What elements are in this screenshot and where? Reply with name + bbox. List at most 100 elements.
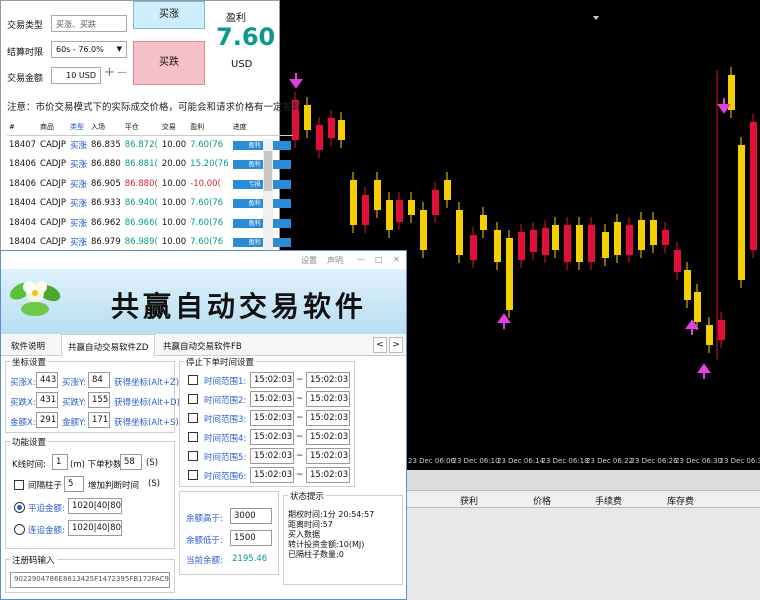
stop-range-checkbox[interactable] bbox=[188, 451, 198, 461]
get-coord-link[interactable]: 获得坐标(Alt+D) bbox=[114, 396, 180, 408]
table-row[interactable]: 18407 CADJP 买涨 86.835 86.872(10.00 7.60(76 盈利 bbox=[7, 135, 293, 155]
stop-range-from[interactable]: 15:02:03 bbox=[250, 410, 294, 426]
get-coord-link[interactable]: 获得坐标(Alt+S) bbox=[114, 416, 179, 428]
candle bbox=[576, 225, 583, 262]
stop-range-to[interactable]: 15:02:03 bbox=[306, 467, 350, 483]
trades-scrollbar[interactable] bbox=[263, 139, 273, 264]
tab-fb[interactable]: 共赢自动交易软件FB bbox=[157, 334, 248, 356]
coord-x-label: 买跌X: bbox=[10, 398, 36, 408]
time-label: 23 Dec 06:10 bbox=[452, 457, 500, 465]
plus-icon[interactable]: + bbox=[104, 65, 115, 80]
candle bbox=[530, 230, 537, 252]
stop-range-from[interactable]: 15:02:03 bbox=[250, 448, 294, 464]
table-row[interactable]: 18404 CADJP 买涨 86.962 86.966(10.00 7.60(76 盈利 bbox=[7, 213, 293, 233]
tab-intro[interactable]: 软件说明 bbox=[5, 334, 51, 356]
stop-range-to[interactable]: 15:02:03 bbox=[306, 372, 350, 388]
close-icon[interactable]: ✕ bbox=[393, 255, 400, 264]
stop-range-to[interactable]: 15:02:03 bbox=[306, 410, 350, 426]
amount-input[interactable]: 10 USD bbox=[51, 67, 101, 84]
dbl-input[interactable]: 1020|40|80 bbox=[68, 520, 122, 536]
statement-menu[interactable]: 声明 bbox=[327, 255, 343, 266]
trades-col[interactable]: 盈利 bbox=[188, 119, 231, 136]
trades-col[interactable]: 类型 bbox=[67, 119, 89, 136]
settle-select[interactable]: 60s - 76.0% ▼ bbox=[51, 41, 127, 58]
maximize-icon[interactable]: □ bbox=[375, 255, 383, 264]
get-coord-link[interactable]: 获得坐标(Alt+Z) bbox=[114, 376, 179, 388]
coord-y-input[interactable]: 155 bbox=[88, 392, 110, 408]
time-label: 23 Dec 06:06 bbox=[408, 457, 456, 465]
candle bbox=[444, 180, 451, 200]
status-group: 状态提示 期权时间:1分 20:54:57 距离时间:57 买入数据 转计投资金额:1… bbox=[283, 490, 403, 585]
terminal-strip bbox=[405, 470, 760, 490]
candle bbox=[662, 230, 669, 245]
stop-time-group: 停止下单时间设置 时间范围1: 15:02:03 ~15:02:03 时间范围2: 15… bbox=[179, 356, 355, 487]
interval-input[interactable]: 5 bbox=[64, 476, 84, 492]
cell-sym: CADJP bbox=[40, 159, 66, 170]
coord-x-input[interactable]: 431 bbox=[36, 392, 58, 408]
stop-range-checkbox[interactable] bbox=[188, 432, 198, 442]
interval-checkbox[interactable] bbox=[14, 480, 24, 490]
tab-prev-button[interactable]: < bbox=[373, 337, 387, 353]
stop-range-to[interactable]: 15:02:03 bbox=[306, 391, 350, 407]
coord-x-input[interactable]: 291 bbox=[36, 412, 58, 428]
stop-range-checkbox[interactable] bbox=[188, 470, 198, 480]
cell-sym: CADJP bbox=[40, 217, 66, 228]
dbl-radio[interactable] bbox=[14, 524, 25, 535]
candle bbox=[694, 292, 701, 322]
time-label: 23 Dec 06:18 bbox=[541, 457, 589, 465]
minimize-icon[interactable]: — bbox=[357, 255, 365, 264]
seconds-input[interactable]: 58 bbox=[120, 454, 142, 470]
time-label: 23 Dec 06:30 bbox=[675, 457, 723, 465]
register-input[interactable]: 9022904786E8613425F1472395FB172FAC94A bbox=[10, 572, 170, 588]
stop-range-to[interactable]: 15:02:03 bbox=[306, 448, 350, 464]
minus-icon[interactable]: — bbox=[117, 67, 127, 78]
trades-col[interactable]: 进度 bbox=[230, 119, 293, 136]
settle-label: 结算时限 bbox=[7, 48, 44, 58]
table-row[interactable]: 18404 CADJP 买涨 86.933 86.940(10.00 7.60(76 盈利 bbox=[7, 194, 293, 214]
trades-col[interactable]: # bbox=[7, 119, 39, 136]
amt-high-input[interactable]: 3000 bbox=[230, 508, 272, 524]
settings-menu[interactable]: 设置 bbox=[301, 255, 317, 266]
stop-range-checkbox[interactable] bbox=[188, 413, 198, 423]
buy-up-button[interactable]: 买涨 bbox=[133, 1, 205, 29]
cell-in: 86.835 bbox=[91, 140, 121, 150]
trades-col[interactable]: 平仓 bbox=[122, 119, 160, 136]
stop-range-from[interactable]: 15:02:03 bbox=[250, 372, 294, 388]
stop-range-from[interactable]: 15:02:03 bbox=[250, 391, 294, 407]
buy-down-button[interactable]: 买跌 bbox=[133, 41, 205, 85]
terminal-col-fee[interactable]: 手续费 bbox=[595, 494, 622, 507]
terminal-col-swap[interactable]: 库存费 bbox=[667, 494, 694, 507]
coord-y-label: 买涨Y: bbox=[62, 378, 86, 388]
shift-marker-icon[interactable] bbox=[593, 16, 599, 20]
stop-range-label: 时间范围6: bbox=[204, 472, 247, 482]
stop-range-checkbox[interactable] bbox=[188, 375, 198, 385]
terminal-col-profit[interactable]: 获利 bbox=[460, 494, 478, 507]
coord-y-input[interactable]: 84 bbox=[88, 372, 110, 388]
trades-col[interactable]: 商品 bbox=[38, 119, 68, 136]
candle bbox=[552, 225, 559, 250]
flat-radio[interactable] bbox=[14, 502, 25, 513]
flat-input[interactable]: 1020|40|80 bbox=[68, 498, 122, 514]
status-line: 买入数据 bbox=[288, 530, 320, 539]
coord-x-input[interactable]: 443 bbox=[36, 372, 58, 388]
progress-bar: 盈利 bbox=[232, 218, 291, 228]
candle bbox=[614, 222, 621, 255]
trade-type-select[interactable]: 买涨、买跌 bbox=[51, 15, 127, 32]
table-row[interactable]: 18406 CADJP 买涨 86.905 86.880(10.00 -10.00(亏损 bbox=[7, 174, 293, 194]
stop-range-to[interactable]: 15:02:03 bbox=[306, 429, 350, 445]
stop-range-from[interactable]: 15:02:03 bbox=[250, 429, 294, 445]
tab-next-button[interactable]: > bbox=[389, 337, 403, 353]
amt-low-input[interactable]: 1500 bbox=[230, 530, 272, 546]
banner: 共赢自动交易软件 bbox=[1, 269, 406, 334]
time-label: 23 Dec 06:22 bbox=[586, 457, 634, 465]
stop-range-checkbox[interactable] bbox=[188, 394, 198, 404]
tab-zd[interactable]: 共赢自动交易软件ZD bbox=[61, 334, 156, 356]
table-row[interactable]: 18406 CADJP 买涨 86.880 86.881(20.00 15.20(76 盈利 bbox=[7, 155, 293, 175]
scroll-thumb[interactable] bbox=[264, 151, 272, 191]
stop-range-from[interactable]: 15:02:03 bbox=[250, 467, 294, 483]
trades-col[interactable]: 入场 bbox=[89, 119, 123, 136]
coord-y-input[interactable]: 171 bbox=[88, 412, 110, 428]
trades-col[interactable]: 交易 bbox=[159, 119, 189, 136]
terminal-col-price[interactable]: 价格 bbox=[533, 494, 551, 507]
period-input[interactable]: 1 bbox=[52, 454, 68, 470]
